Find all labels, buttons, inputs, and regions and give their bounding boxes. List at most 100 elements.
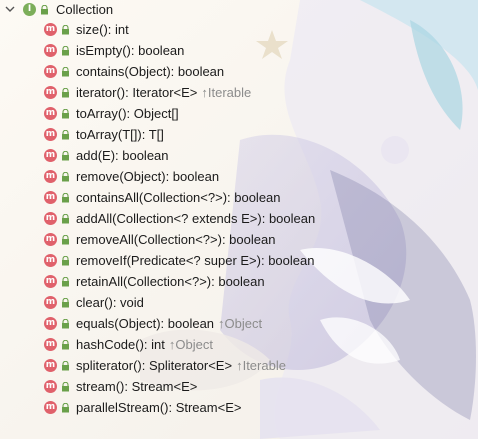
- method-row[interactable]: m removeIf(Predicate<? super E>): boolean: [0, 250, 478, 271]
- method-signature: clear(): void: [76, 295, 144, 310]
- method-label: toArray(T[]): T[]: [76, 124, 164, 145]
- lock-icon: [62, 214, 69, 224]
- method-label: removeAll(Collection<?>): boolean: [76, 229, 275, 250]
- method-icon: m: [44, 107, 57, 120]
- method-signature: remove(Object): boolean: [76, 169, 220, 184]
- method-row[interactable]: m isEmpty(): boolean: [0, 40, 478, 61]
- method-label: contains(Object): boolean: [76, 61, 224, 82]
- method-signature: hashCode(): int: [76, 337, 165, 352]
- method-row[interactable]: m removeAll(Collection<?>): boolean: [0, 229, 478, 250]
- method-row[interactable]: m contains(Object): boolean: [0, 61, 478, 82]
- method-label: remove(Object): boolean: [76, 166, 219, 187]
- method-signature: parallelStream(): Stream<E>: [76, 400, 242, 415]
- method-row[interactable]: m clear(): void: [0, 292, 478, 313]
- lock-icon: [41, 5, 48, 15]
- method-label: removeIf(Predicate<? super E>): boolean: [76, 250, 314, 271]
- method-row[interactable]: m equals(Object): boolean ↑Object: [0, 313, 478, 334]
- method-row[interactable]: m toArray(T[]): T[]: [0, 124, 478, 145]
- method-signature: containsAll(Collection<?>): boolean: [76, 190, 281, 205]
- method-signature: size(): int: [76, 22, 129, 37]
- lock-icon: [62, 193, 69, 203]
- inherited-from-label: ↑Object: [218, 316, 263, 331]
- method-icon: m: [44, 275, 57, 288]
- method-label: clear(): void: [76, 292, 144, 313]
- method-signature: contains(Object): boolean: [76, 64, 225, 79]
- method-row[interactable]: m remove(Object): boolean: [0, 166, 478, 187]
- method-icon: m: [44, 86, 57, 99]
- method-icon: m: [44, 296, 57, 309]
- method-icon: m: [44, 128, 57, 141]
- lock-icon: [62, 67, 69, 77]
- method-label: spliterator(): Spliterator<E> ↑Iterable: [76, 355, 286, 376]
- method-icon: m: [44, 23, 57, 36]
- method-signature: add(E): boolean: [76, 148, 169, 163]
- method-row[interactable]: m iterator(): Iterator<E> ↑Iterable: [0, 82, 478, 103]
- lock-icon: [62, 403, 69, 413]
- method-label: addAll(Collection<? extends E>): boolean: [76, 208, 315, 229]
- method-list: m size(): int m isEmpty(): boolean m contains…: [0, 19, 478, 418]
- lock-icon: [62, 277, 69, 287]
- method-row[interactable]: m retainAll(Collection<?>): boolean: [0, 271, 478, 292]
- method-label: size(): int: [76, 19, 129, 40]
- inherited-from-label: ↑Iterable: [236, 358, 286, 373]
- method-row[interactable]: m toArray(): Object[]: [0, 103, 478, 124]
- method-signature: iterator(): Iterator<E>: [76, 85, 198, 100]
- method-label: containsAll(Collection<?>): boolean: [76, 187, 281, 208]
- tree-root-collection[interactable]: I Collection: [0, 0, 478, 19]
- lock-icon: [62, 361, 69, 371]
- method-label: isEmpty(): boolean: [76, 40, 184, 61]
- chevron-down-icon[interactable]: [4, 0, 16, 19]
- lock-icon: [62, 88, 69, 98]
- lock-icon: [62, 151, 69, 161]
- method-row[interactable]: m stream(): Stream<E>: [0, 376, 478, 397]
- method-label: iterator(): Iterator<E> ↑Iterable: [76, 82, 251, 103]
- method-label: add(E): boolean: [76, 145, 169, 166]
- method-icon: m: [44, 65, 57, 78]
- interface-icon: I: [23, 3, 36, 16]
- method-label: hashCode(): int ↑Object: [76, 334, 213, 355]
- structure-tree: I Collection m size(): int m isEmpty(): boo…: [0, 0, 478, 418]
- method-signature: retainAll(Collection<?>): boolean: [76, 274, 265, 289]
- method-label: stream(): Stream<E>: [76, 376, 197, 397]
- method-row[interactable]: m size(): int: [0, 19, 478, 40]
- method-signature: stream(): Stream<E>: [76, 379, 198, 394]
- method-label: parallelStream(): Stream<E>: [76, 397, 241, 418]
- method-row[interactable]: m parallelStream(): Stream<E>: [0, 397, 478, 418]
- lock-icon: [62, 298, 69, 308]
- method-icon: m: [44, 149, 57, 162]
- method-icon: m: [44, 317, 57, 330]
- method-row[interactable]: m containsAll(Collection<?>): boolean: [0, 187, 478, 208]
- lock-icon: [62, 46, 69, 56]
- method-signature: isEmpty(): boolean: [76, 43, 185, 58]
- lock-icon: [62, 109, 69, 119]
- method-icon: m: [44, 44, 57, 57]
- method-signature: removeIf(Predicate<? super E>): boolean: [76, 253, 315, 268]
- method-icon: m: [44, 254, 57, 267]
- method-signature: spliterator(): Spliterator<E>: [76, 358, 233, 373]
- method-signature: addAll(Collection<? extends E>): boolean: [76, 211, 316, 226]
- inherited-from-label: ↑Iterable: [201, 85, 252, 100]
- method-icon: m: [44, 170, 57, 183]
- method-signature: removeAll(Collection<?>): boolean: [76, 232, 276, 247]
- method-icon: m: [44, 380, 57, 393]
- method-label: retainAll(Collection<?>): boolean: [76, 271, 265, 292]
- tree-root-label: Collection: [56, 2, 114, 17]
- method-row[interactable]: m spliterator(): Spliterator<E> ↑Iterable: [0, 355, 478, 376]
- method-icon: m: [44, 191, 57, 204]
- method-icon: m: [44, 338, 57, 351]
- lock-icon: [62, 130, 69, 140]
- lock-icon: [62, 340, 69, 350]
- method-signature: toArray(): Object[]: [76, 106, 179, 121]
- method-row[interactable]: m add(E): boolean: [0, 145, 478, 166]
- lock-icon: [62, 256, 69, 266]
- inherited-from-label: ↑Object: [168, 337, 213, 352]
- lock-icon: [62, 319, 69, 329]
- lock-icon: [62, 25, 69, 35]
- method-icon: m: [44, 359, 57, 372]
- method-row[interactable]: m hashCode(): int ↑Object: [0, 334, 478, 355]
- method-signature: toArray(T[]): T[]: [76, 127, 164, 142]
- method-label: equals(Object): boolean ↑Object: [76, 313, 262, 334]
- method-label: toArray(): Object[]: [76, 103, 179, 124]
- method-row[interactable]: m addAll(Collection<? extends E>): boolea…: [0, 208, 478, 229]
- method-icon: m: [44, 233, 57, 246]
